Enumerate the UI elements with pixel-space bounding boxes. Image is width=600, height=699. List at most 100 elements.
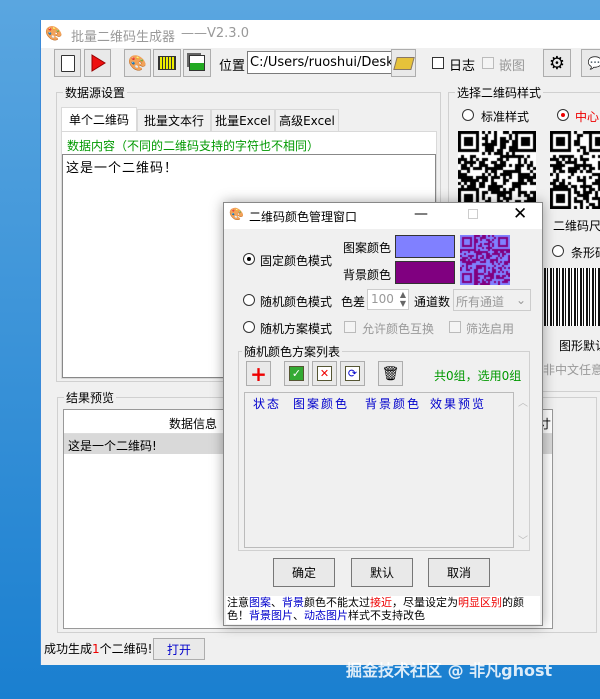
dialog-title-bar: 🎨 二维码颜色管理窗口 — ✕ bbox=[224, 203, 542, 229]
about-button[interactable]: 💬 bbox=[581, 49, 600, 77]
status-text: 成功生成1个二维码! bbox=[44, 640, 152, 657]
qr-size-label: 二维码尺 bbox=[553, 219, 600, 233]
scroll-up-icon[interactable]: ︿ bbox=[518, 394, 528, 409]
embed-checkbox[interactable] bbox=[482, 57, 494, 69]
scheme-mode-radio[interactable] bbox=[243, 321, 255, 333]
color-note: 注意图案、背景颜色不能太过接近，尽量设定为明显区别的颜色！背景图片、动态图片样式… bbox=[226, 596, 540, 624]
scheme-list-group: 随机颜色方案列表 + ✓ ✕ ⟳ 🗑 共0组，选用0组 状态 图案颜色 背景颜色… bbox=[238, 343, 530, 551]
any-char-label: 非中文任意字 bbox=[543, 363, 600, 377]
allow-swap-label: 允许颜色互换 bbox=[362, 322, 435, 336]
start-button[interactable] bbox=[84, 49, 111, 77]
app-icon: 🎨 bbox=[45, 26, 63, 42]
status-prefix: 成功生成 bbox=[44, 642, 93, 656]
refresh-icon: ⟳ bbox=[345, 366, 360, 381]
image-icon bbox=[189, 55, 205, 71]
scroll-down-icon[interactable]: ﹀ bbox=[518, 532, 528, 547]
watermark: 掘金技术社区 @ 非凡ghost bbox=[346, 661, 553, 680]
cancel-button[interactable]: 取消 bbox=[428, 558, 490, 587]
chat-icon: 💬 bbox=[587, 56, 600, 70]
diff-stepper[interactable]: 100 ▲ ▼ bbox=[367, 289, 409, 310]
ok-button[interactable]: 确定 bbox=[273, 558, 335, 587]
standard-qr-preview[interactable] bbox=[458, 131, 536, 209]
color-button[interactable]: 🎨 bbox=[124, 49, 151, 77]
tab-advanced-excel[interactable]: 高级Excel bbox=[275, 109, 339, 131]
deselect-button[interactable]: ✕ bbox=[312, 361, 337, 386]
pattern-color-swatch[interactable] bbox=[395, 235, 455, 258]
channel-select[interactable]: 所有通道 ⌄ bbox=[453, 289, 531, 311]
browse-button[interactable] bbox=[391, 49, 416, 77]
random-color-radio[interactable] bbox=[243, 294, 255, 306]
note-segment: 动态图片 bbox=[304, 609, 348, 622]
note-segment: 、 bbox=[293, 609, 304, 622]
gear-icon: ⚙ bbox=[548, 52, 566, 74]
barcode-button[interactable] bbox=[153, 49, 181, 77]
embed-label: 嵌图 bbox=[499, 59, 526, 74]
diff-value: 100 bbox=[371, 292, 394, 306]
invert-button[interactable]: ⟳ bbox=[340, 361, 365, 386]
allow-swap-checkbox[interactable] bbox=[344, 321, 356, 333]
datasource-group-label: 数据源设置 bbox=[63, 84, 128, 101]
color-manager-dialog: 🎨 二维码颜色管理窗口 — ✕ 固定颜色模式 图案颜色 背景颜色 随机颜色模式 … bbox=[223, 202, 543, 626]
scheme-mode-label: 随机方案模式 bbox=[260, 322, 333, 336]
center-style-radio[interactable] bbox=[557, 109, 569, 121]
plus-icon: + bbox=[250, 361, 267, 386]
note-segment: ，尽量设定为 bbox=[392, 596, 458, 609]
tab-batch-excel[interactable]: 批量Excel bbox=[211, 109, 275, 131]
note-segment: 颜色不能太过 bbox=[304, 596, 370, 609]
trash-icon: 🗑 bbox=[381, 365, 400, 382]
x-icon: ✕ bbox=[317, 366, 332, 381]
path-input[interactable]: C:/Users/ruoshui/Desktc bbox=[247, 51, 392, 74]
image-button[interactable] bbox=[183, 49, 211, 77]
graphic-default-label: 图形默认 bbox=[559, 339, 600, 353]
delete-button[interactable]: 🗑 bbox=[378, 361, 403, 386]
column-data-info[interactable]: 数据信息 bbox=[169, 415, 217, 432]
open-button[interactable]: 打开 bbox=[153, 638, 205, 660]
color-qr-preview bbox=[460, 235, 510, 285]
title-bar: 🎨 批量二维码生成器 ——V2.3.0 bbox=[41, 20, 600, 48]
tab-single[interactable]: 单个二维码 bbox=[61, 107, 137, 131]
palette-icon: 🎨 bbox=[128, 54, 147, 72]
channel-label: 通道数 bbox=[414, 295, 451, 309]
channel-value: 所有通道 bbox=[456, 295, 505, 309]
standard-style-radio[interactable] bbox=[462, 109, 474, 121]
settings-button[interactable]: ⚙ bbox=[543, 49, 571, 77]
spin-arrows-icon[interactable]: ▲ ▼ bbox=[400, 290, 406, 308]
check-icon: ✓ bbox=[289, 366, 304, 381]
dialog-title: 二维码颜色管理窗口 bbox=[249, 210, 358, 224]
note-segment: 、 bbox=[271, 596, 282, 609]
content-hint: 数据内容（不同的二维码支持的字符也不相同） bbox=[67, 139, 320, 153]
bg-color-swatch[interactable] bbox=[395, 261, 455, 284]
diff-label: 色差 bbox=[341, 295, 366, 309]
status-suffix: 个二维码! bbox=[99, 642, 153, 656]
close-icon[interactable]: ✕ bbox=[513, 204, 527, 224]
note-segment: 图案 bbox=[249, 596, 271, 609]
folder-icon bbox=[392, 56, 415, 70]
add-scheme-button[interactable]: + bbox=[246, 361, 271, 386]
tab-batch-text[interactable]: 批量文本行 bbox=[137, 109, 211, 131]
default-button[interactable]: 默认 bbox=[351, 558, 413, 587]
center-qr-preview[interactable] bbox=[550, 131, 600, 209]
barcode-label: 条形码 bbox=[571, 246, 600, 260]
maximize-icon[interactable] bbox=[468, 209, 478, 219]
new-file-icon bbox=[60, 54, 75, 72]
barcode-icon bbox=[158, 56, 176, 70]
minimize-icon[interactable]: — bbox=[414, 206, 428, 222]
barcode-radio[interactable] bbox=[552, 245, 564, 257]
new-button[interactable] bbox=[54, 49, 81, 77]
col-status: 状态 bbox=[253, 397, 282, 411]
scheme-list-label: 随机颜色方案列表 bbox=[242, 343, 343, 360]
scheme-count: 共0组，选用0组 bbox=[434, 369, 522, 383]
app-title: 批量二维码生成器 bbox=[71, 30, 176, 45]
col-pattern-color: 图案颜色 bbox=[293, 397, 350, 411]
bg-color-label: 背景颜色 bbox=[343, 268, 392, 282]
barcode-preview[interactable] bbox=[544, 268, 600, 326]
scheme-list[interactable]: 状态 图案颜色 背景颜色 效果预览 bbox=[244, 392, 514, 548]
fixed-mode-radio[interactable] bbox=[243, 253, 255, 265]
note-segment: 接近 bbox=[370, 596, 392, 609]
filter-checkbox[interactable] bbox=[449, 321, 461, 333]
log-checkbox[interactable] bbox=[432, 57, 444, 69]
palette-icon: 🎨 bbox=[229, 207, 244, 221]
chevron-down-icon: ⌄ bbox=[515, 293, 526, 307]
select-all-button[interactable]: ✓ bbox=[284, 361, 309, 386]
play-icon bbox=[91, 54, 106, 72]
